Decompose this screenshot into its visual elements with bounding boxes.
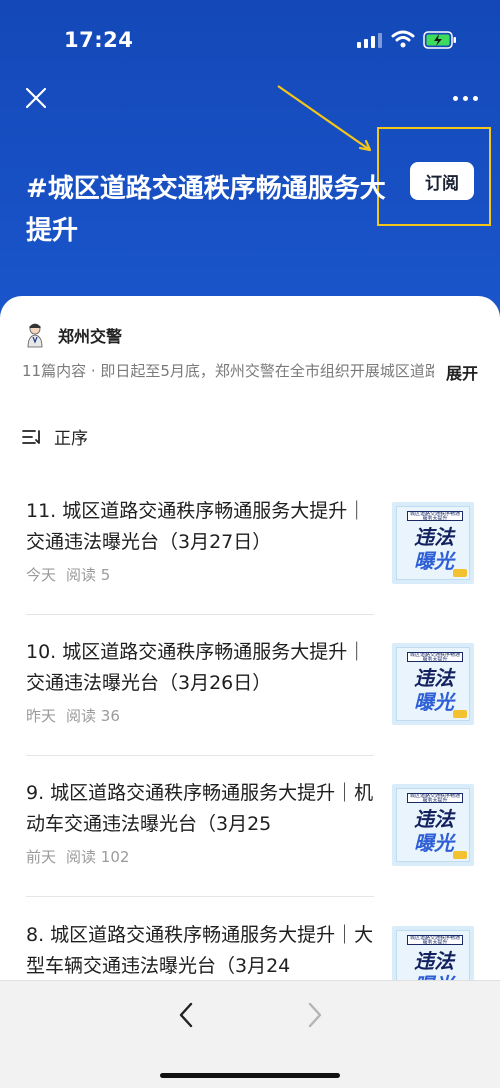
sort-icon: [22, 429, 40, 444]
article-title: 8. 城区道路交通秩序畅通服务大提升｜大型车辆交通违法曝光台（3月24: [26, 924, 374, 977]
expand-button[interactable]: 展开: [446, 360, 478, 384]
article-thumbnail: 城区道路交通秩序畅通服务大提升 违法 曝光: [392, 643, 474, 725]
article-thumbnail: 城区道路交通秩序畅通服务大提升 违法 曝光: [392, 502, 474, 584]
sort-label: 正序: [54, 429, 88, 449]
thumbnail-card: 城区道路交通秩序畅通服务大提升 违法 曝光: [396, 788, 470, 862]
article-item[interactable]: 10. 城区道路交通秩序畅通服务大提升｜交通违法曝光台（3月26日） 昨天 阅读 …: [0, 627, 500, 767]
author-row[interactable]: 郑州交警: [24, 320, 122, 350]
thumbnail-caption: 城区道路交通秩序畅通服务大提升: [407, 652, 463, 662]
article-item[interactable]: 11. 城区道路交通秩序畅通服务大提升｜交通违法曝光台（3月27日） 今天 阅读 …: [0, 486, 500, 626]
collection-description: 11篇内容 · 即日起至5月底，郑州交警在全市组织开展城区道路交通秩序畅通服务大…: [22, 362, 434, 380]
article-date: 前天: [26, 848, 57, 866]
thumbnail-line1: 违法: [414, 525, 454, 549]
collection-sheet: 郑州交警 11篇内容 · 即日起至5月底，郑州交警在全市组织开展城区道路交通秩序…: [0, 296, 500, 1087]
author-name: 郑州交警: [58, 327, 123, 346]
thumbnail-line1: 违法: [414, 949, 454, 973]
wifi-icon: [391, 30, 415, 48]
thumbnail-line1: 违法: [414, 666, 454, 690]
battery-charging-icon: [423, 31, 456, 49]
camera-icon: [453, 569, 467, 577]
thumbnail-card: 城区道路交通秩序畅通服务大提升 违法 曝光: [396, 506, 470, 580]
thumbnail-card: 城区道路交通秩序畅通服务大提升 违法 曝光: [396, 647, 470, 721]
article-title: 10. 城区道路交通秩序畅通服务大提升｜交通违法曝光台（3月26日）: [26, 641, 367, 694]
divider: [26, 896, 374, 897]
sort-toggle[interactable]: 正序: [22, 424, 88, 449]
article-date: 昨天: [26, 707, 57, 725]
thumbnail-headline: 违法 曝光: [401, 807, 467, 855]
close-icon[interactable]: [22, 84, 50, 112]
more-icon[interactable]: [452, 88, 480, 108]
chevron-right-icon[interactable]: [305, 1001, 325, 1029]
article-date: 今天: [26, 566, 57, 584]
collection-description-row: 11篇内容 · 即日起至5月底，郑州交警在全市组织开展城区道路交通秩序畅通服务大…: [22, 360, 482, 384]
article-item[interactable]: 9. 城区道路交通秩序畅通服务大提升｜机动车交通违法曝光台（3月25 前天 阅读 …: [0, 768, 500, 908]
article-meta: 前天 阅读 102: [26, 846, 129, 867]
status-bar: 17:24: [0, 0, 500, 80]
thumbnail-headline: 违法 曝光: [401, 525, 467, 573]
thumbnail-line1: 违法: [414, 807, 454, 831]
thumbnail-headline: 违法 曝光: [401, 666, 467, 714]
chevron-left-icon[interactable]: [176, 1001, 196, 1029]
article-reads: 阅读 36: [66, 707, 120, 725]
article-meta: 昨天 阅读 36: [26, 705, 120, 726]
cellular-signal-icon: [357, 32, 383, 48]
article-reads: 阅读 5: [66, 566, 111, 584]
home-indicator: [160, 1073, 340, 1078]
article-meta: 今天 阅读 5: [26, 564, 110, 585]
camera-icon: [453, 710, 467, 718]
topic-header: 17:24 #城区道路交通秩序畅通服务大提升 订阅: [0, 0, 500, 330]
annotation-arrow-icon: [277, 85, 372, 152]
divider: [26, 614, 374, 615]
thumbnail-caption: 城区道路交通秩序畅通服务大提升: [407, 793, 463, 803]
bottom-navigation-bar: [0, 980, 500, 1088]
camera-icon: [453, 851, 467, 859]
thumbnail-caption: 城区道路交通秩序畅通服务大提升: [407, 935, 463, 945]
topic-title: #城区道路交通秩序畅通服务大提升: [26, 174, 386, 246]
article-reads: 阅读 102: [66, 848, 130, 866]
article-title: 9. 城区道路交通秩序畅通服务大提升｜机动车交通违法曝光台（3月25: [26, 782, 374, 835]
article-title: 11. 城区道路交通秩序畅通服务大提升｜交通违法曝光台（3月27日）: [26, 500, 367, 553]
divider: [26, 755, 374, 756]
article-thumbnail: 城区道路交通秩序畅通服务大提升 违法 曝光: [392, 784, 474, 866]
thumbnail-caption: 城区道路交通秩序畅通服务大提升: [407, 511, 463, 521]
subscribe-button[interactable]: 订阅: [410, 162, 474, 200]
status-time: 17:24: [64, 28, 134, 52]
author-avatar: [27, 323, 43, 348]
